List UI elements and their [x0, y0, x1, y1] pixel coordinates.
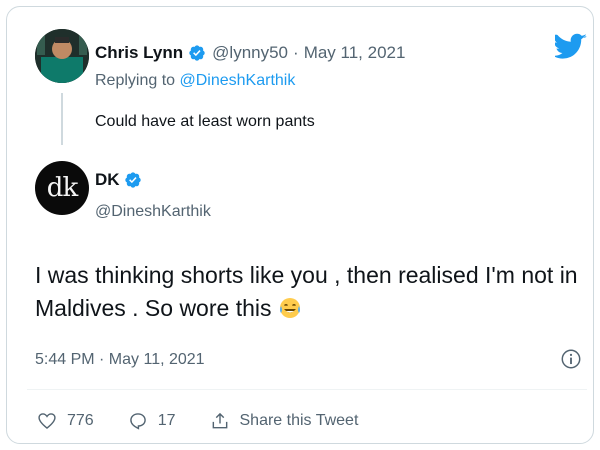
like-count: 776: [67, 412, 94, 429]
share-icon: [212, 412, 227, 429]
main-tweet-text: I was thinking shorts like you , then re…: [35, 262, 578, 321]
avatar-chris-lynn[interactable]: [35, 29, 89, 83]
tweet-timestamp[interactable]: 5:44 PM · May 11, 2021: [35, 351, 205, 369]
main-tweet-author: DK: [95, 170, 148, 190]
tweet-embed-card: Chris Lynn @lynny50 · May 11, 2021 Reply…: [6, 6, 594, 444]
reply-icon: [129, 413, 146, 430]
meta-separator: ·: [293, 43, 299, 62]
avatar-dk[interactable]: dk: [35, 161, 89, 215]
verified-badge-icon: [189, 45, 205, 61]
author-handle[interactable]: @lynny50: [212, 43, 288, 63]
info-icon[interactable]: [560, 348, 582, 370]
action-divider: [27, 389, 587, 390]
author-name[interactable]: DK: [95, 170, 120, 190]
author-name[interactable]: Chris Lynn: [95, 43, 183, 63]
share-button[interactable]: Share this Tweet: [210, 411, 359, 431]
replying-prefix: Replying to: [95, 72, 180, 89]
thread-connector-line: [61, 93, 63, 145]
like-button[interactable]: 776: [37, 411, 94, 431]
reply-tweet-text: Could have at least worn pants: [95, 113, 315, 130]
reply-button[interactable]: 17: [128, 411, 176, 431]
share-label: Share this Tweet: [239, 412, 359, 429]
tweet-actions-bar: 776 17 Share this Tweet: [37, 411, 392, 431]
verified-badge-icon: [124, 172, 141, 188]
twitter-logo-icon[interactable]: [555, 33, 587, 61]
tears-of-joy-emoji-icon: [279, 298, 300, 318]
reply-tweet-header: Chris Lynn @lynny50 · May 11, 2021: [95, 43, 405, 63]
author-handle[interactable]: @DineshKarthik: [95, 203, 211, 221]
avatar-image: [35, 29, 89, 83]
avatar-monogram: dk: [46, 173, 78, 203]
main-tweet-body: I was thinking shorts like you , then re…: [35, 259, 585, 325]
replying-mention-link[interactable]: @DineshKarthik: [180, 72, 296, 89]
tweet-date[interactable]: May 11, 2021: [304, 43, 406, 63]
reply-count: 17: [157, 412, 176, 429]
replying-to-line: Replying to @DineshKarthik: [95, 72, 295, 90]
heart-icon: [38, 413, 56, 429]
